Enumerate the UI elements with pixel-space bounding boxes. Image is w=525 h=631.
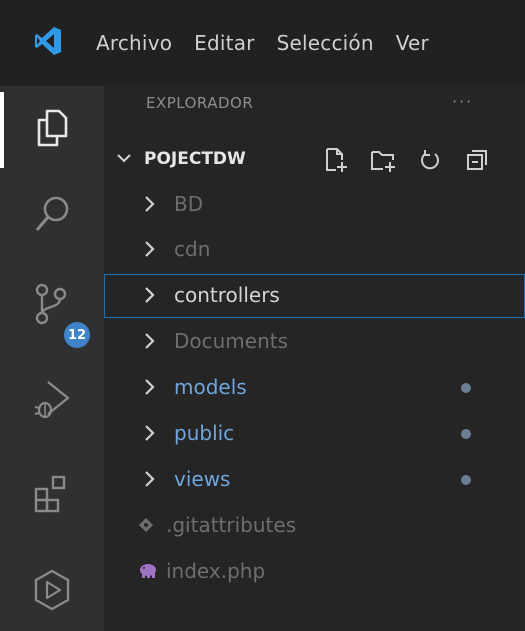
modified-dot [461, 429, 471, 439]
collapse-all-button[interactable] [463, 146, 491, 174]
source-control-badge: 12 [64, 322, 90, 348]
search-button[interactable] [24, 186, 80, 242]
run-and-debug-button[interactable] [24, 372, 80, 428]
explorer-panel: EXPLORADOR ··· POJECTDW BD cdn controlle… [104, 86, 525, 631]
title-bar: Archivo Editar Selección Ver [0, 0, 525, 86]
explorer-title: EXPLORADOR [146, 94, 254, 112]
extensions-button[interactable] [24, 466, 80, 522]
folder-row-views[interactable]: views [104, 458, 525, 502]
vscode-logo-icon [35, 27, 61, 55]
chevron-right-icon [145, 333, 155, 349]
chevron-right-icon [145, 287, 155, 303]
explorer-button[interactable] [24, 100, 80, 156]
chevron-right-icon [145, 241, 155, 257]
source-control-icon [35, 283, 67, 325]
extensions-icon [34, 475, 66, 513]
files-icon [37, 109, 68, 147]
folder-name: models [174, 375, 247, 399]
file-row-index-php[interactable]: index.php [104, 550, 525, 594]
modified-dot [461, 383, 471, 393]
chevron-right-icon [145, 471, 155, 487]
folder-name: Documents [174, 329, 289, 353]
refresh-button[interactable] [416, 146, 444, 174]
refresh-icon [421, 150, 439, 170]
folder-name: public [174, 421, 235, 445]
php-elephant-icon [140, 564, 156, 578]
chevron-right-icon [145, 379, 155, 395]
folder-row-controllers[interactable]: controllers [104, 274, 525, 318]
file-name: .gitattributes [166, 513, 297, 537]
run-debug-icon [34, 381, 70, 419]
more-actions-button[interactable]: ··· [452, 92, 473, 111]
new-folder-button[interactable] [369, 146, 397, 174]
modified-dot [461, 475, 471, 485]
menu-seleccion[interactable]: Selección [277, 31, 374, 55]
menu-editar[interactable]: Editar [194, 31, 254, 55]
folder-row-documents[interactable]: Documents [104, 320, 525, 364]
chevron-down-icon [117, 154, 131, 163]
new-file-icon [326, 148, 347, 172]
folder-name: views [174, 467, 231, 491]
workspace-name: POJECTDW [144, 149, 246, 169]
folder-row-models[interactable]: models [104, 366, 525, 410]
collapse-all-icon [467, 150, 487, 170]
folder-row-public[interactable]: public [104, 412, 525, 456]
active-indicator [0, 92, 4, 168]
workspace-section-header[interactable]: POJECTDW [104, 140, 525, 180]
remote-explorer-icon [34, 569, 70, 611]
folder-name: BD [174, 192, 204, 216]
file-row-gitattributes[interactable]: .gitattributes [104, 504, 525, 548]
section-actions [322, 146, 510, 174]
folder-name: cdn [174, 237, 211, 261]
activity-bar: 12 [0, 86, 104, 631]
new-folder-icon [371, 151, 395, 172]
chevron-right-icon [145, 425, 155, 441]
menu-archivo[interactable]: Archivo [96, 31, 172, 55]
chevron-right-icon [145, 196, 155, 212]
folder-row-bd[interactable]: BD [104, 183, 525, 227]
remote-explorer-button[interactable] [24, 562, 80, 618]
git-file-icon [139, 518, 153, 532]
file-name: index.php [166, 559, 266, 583]
search-icon [35, 196, 69, 231]
folder-name: controllers [174, 283, 280, 307]
menu-bar: Archivo Editar Selección Ver [96, 0, 451, 86]
new-file-button[interactable] [322, 146, 350, 174]
folder-row-cdn[interactable]: cdn [104, 228, 525, 272]
menu-ver[interactable]: Ver [396, 31, 429, 55]
